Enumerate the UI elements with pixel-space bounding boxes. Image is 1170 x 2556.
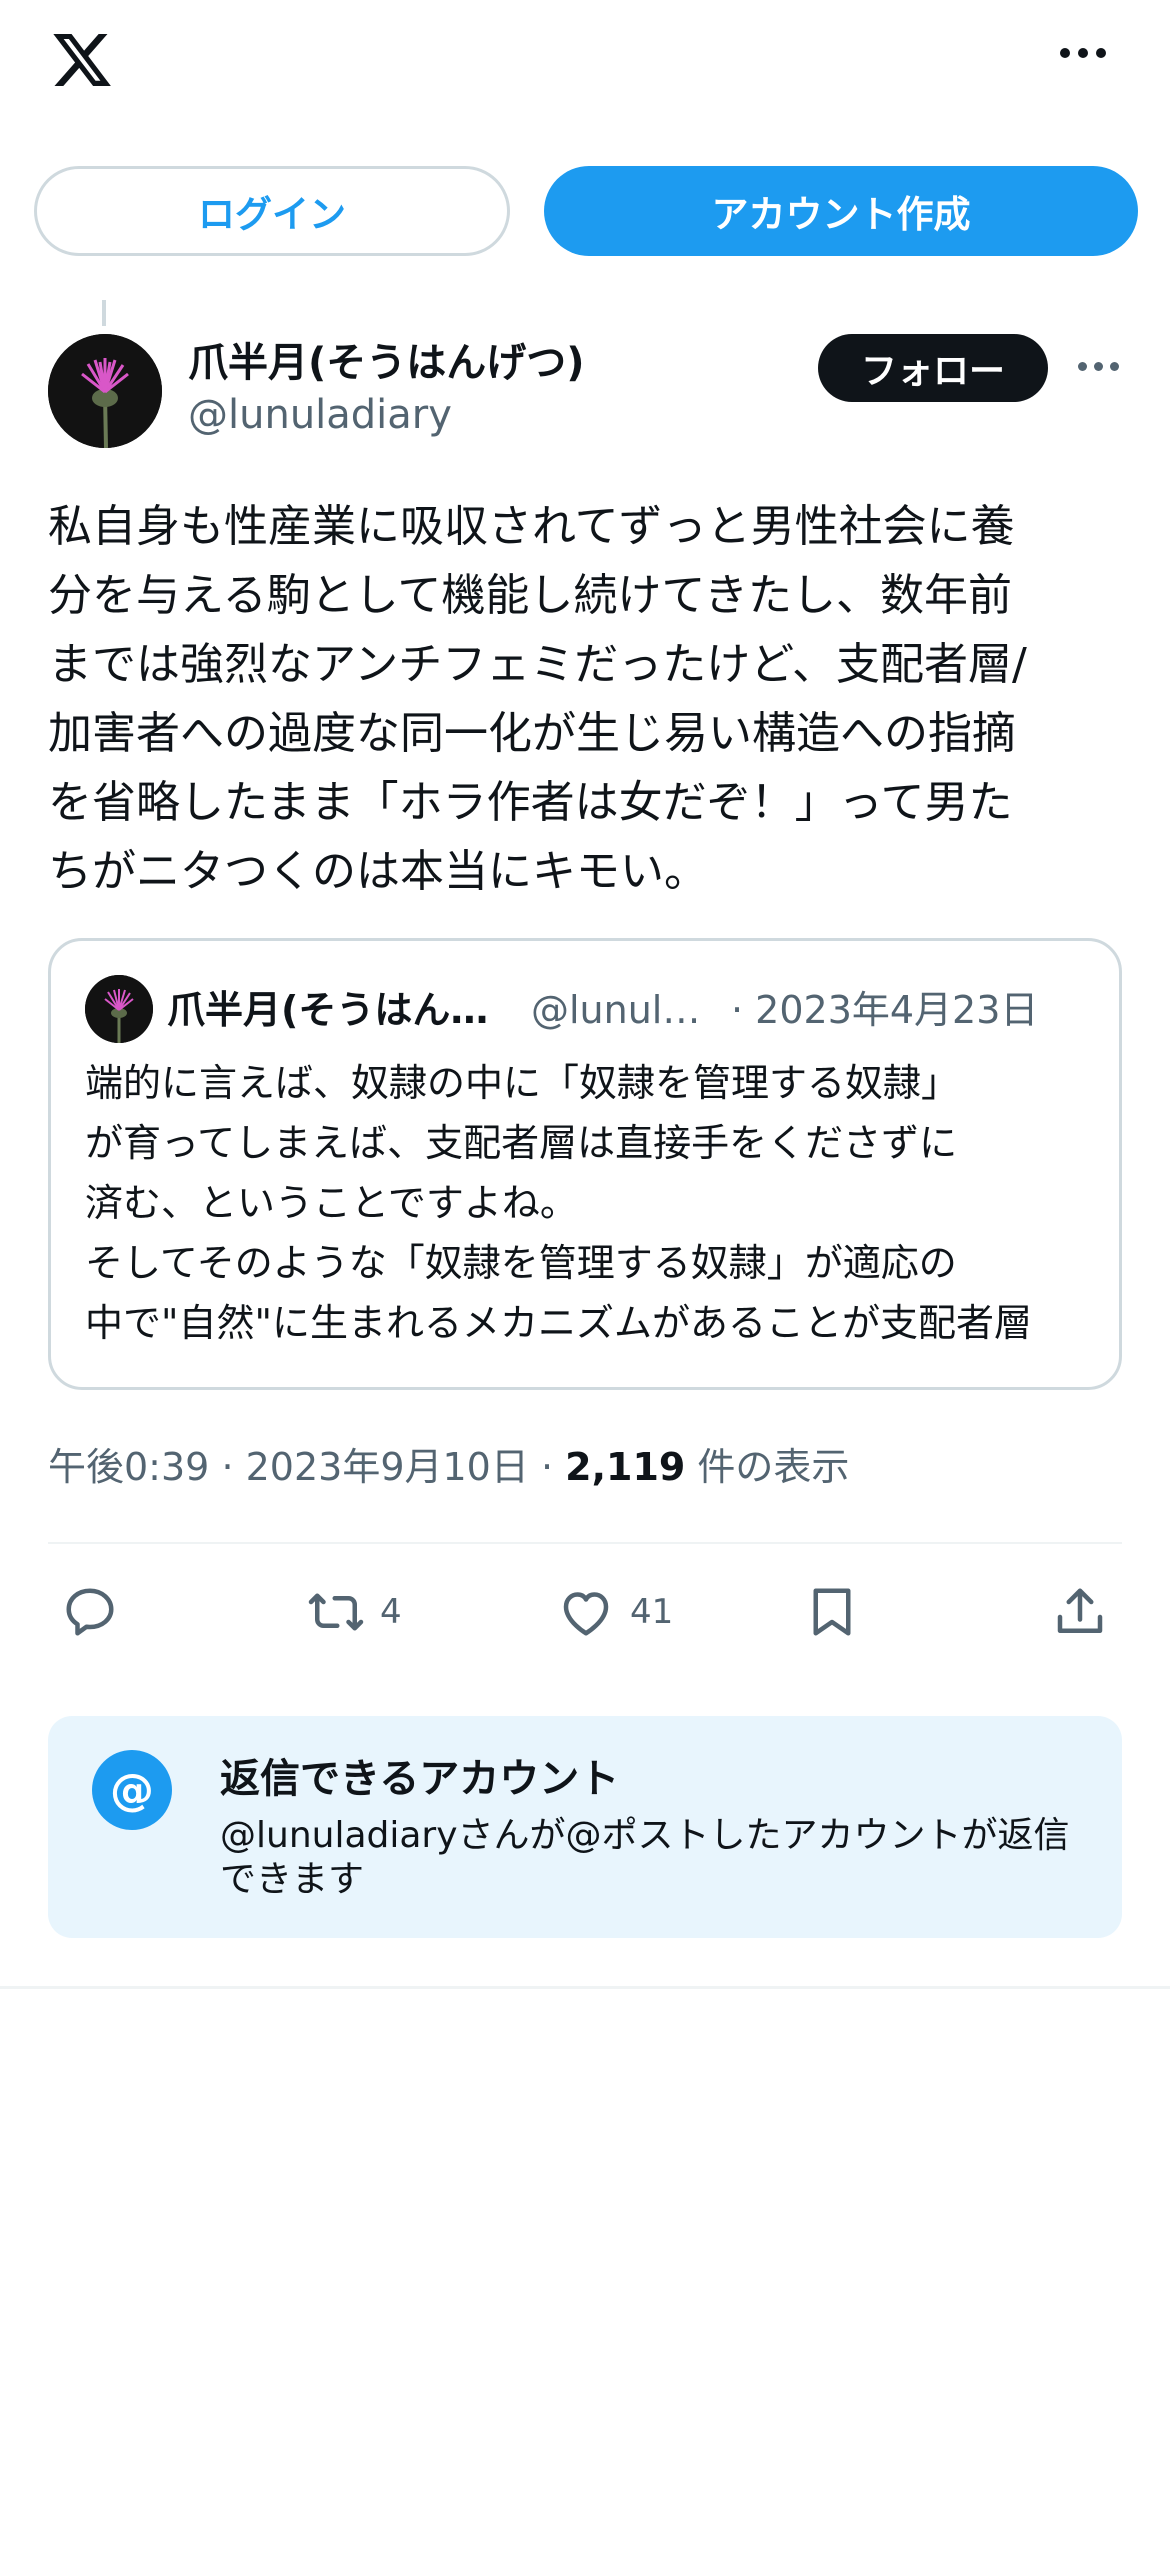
x-logo-icon[interactable] [48, 28, 116, 92]
reply-button[interactable] [60, 1582, 134, 1642]
quoted-display-name: 爪半月(そうはんげつ) [167, 988, 517, 1032]
heart-icon [563, 1592, 609, 1636]
quoted-text-line: そしてそのような「奴隷を管理する奴隷」が適応の [85, 1241, 957, 1285]
user-handle[interactable]: @lunuladiary [188, 392, 452, 438]
quoted-avatar [85, 975, 153, 1043]
login-button[interactable]: ログイン [34, 166, 510, 256]
post-text: 私自身も性産業に吸収されてずっと男性社会に養 分を与える駒として機能し続けてきた… [48, 501, 1027, 897]
repost-count: 4 [380, 1592, 402, 1632]
post-date[interactable]: 2023年9月10日 [246, 1445, 529, 1489]
reply-settings-box: @ 返信できるアカウント @lunuladiaryさんが@ポストしたアカウントが… [48, 1716, 1122, 1938]
bookmark-button[interactable] [802, 1582, 862, 1642]
quoted-text-line: 端的に言えば、奴隷の中に「奴隷を管理する奴隷」 [85, 1061, 960, 1105]
quoted-text: 端的に言えば、奴隷の中に「奴隷を管理する奴隷」 が育ってしまえば、支配者層は直接… [85, 1053, 1095, 1353]
quoted-post[interactable]: 爪半月(そうはんげつ) @lunuladiary · 2023年4月23日 端的… [48, 938, 1122, 1390]
views-label: 件の表示 [697, 1445, 850, 1489]
post-time[interactable]: 午後0:39 [48, 1445, 209, 1489]
display-name[interactable]: 爪半月(そうはんげつ) [188, 330, 585, 388]
share-icon [1057, 1588, 1103, 1633]
reply-settings-description: @lunuladiaryさんが@ポストしたアカウントが返信できます [220, 1815, 1070, 1900]
avatar[interactable] [48, 334, 162, 448]
like-count: 41 [630, 1592, 674, 1632]
post-meta: 午後0:39 · 2023年9月10日 · 2,119 件の表示 [48, 1436, 849, 1491]
views-count: 2,119 [565, 1445, 686, 1489]
meta-separator: · [540, 1445, 566, 1489]
divider [0, 1986, 1170, 1989]
more-horizontal-icon[interactable] [1060, 48, 1106, 58]
quoted-handle: @lunuladiary [531, 988, 711, 1032]
quoted-date: · 2023年4月23日 [731, 988, 1039, 1032]
thread-line [102, 300, 106, 326]
quoted-text-line: 中で"自然"に生まれるメカニズムがあることが支配者層 [85, 1301, 1032, 1345]
repost-button[interactable]: 4 [306, 1582, 402, 1642]
follow-button[interactable]: フォロー [818, 334, 1048, 402]
create-account-button[interactable]: アカウント作成 [544, 166, 1138, 256]
reply-settings-title: 返信できるアカウント [220, 1756, 620, 1802]
reply-icon [66, 1588, 114, 1636]
at-sign-icon: @ [92, 1750, 172, 1830]
meta-separator: · [221, 1445, 246, 1489]
bookmark-icon [813, 1588, 851, 1636]
quoted-header: 爪半月(そうはんげつ) @lunuladiary · 2023年4月23日 [167, 979, 1119, 1034]
quoted-text-line: 済む、ということですよね。 [85, 1181, 578, 1225]
repost-icon [308, 1593, 364, 1631]
like-button[interactable]: 41 [556, 1582, 673, 1642]
quoted-text-line: が育ってしまえば、支配者層は直接手をくださずに [85, 1121, 958, 1165]
post-more-icon[interactable] [1078, 362, 1119, 371]
share-button[interactable] [1050, 1582, 1110, 1642]
divider [48, 1542, 1122, 1544]
